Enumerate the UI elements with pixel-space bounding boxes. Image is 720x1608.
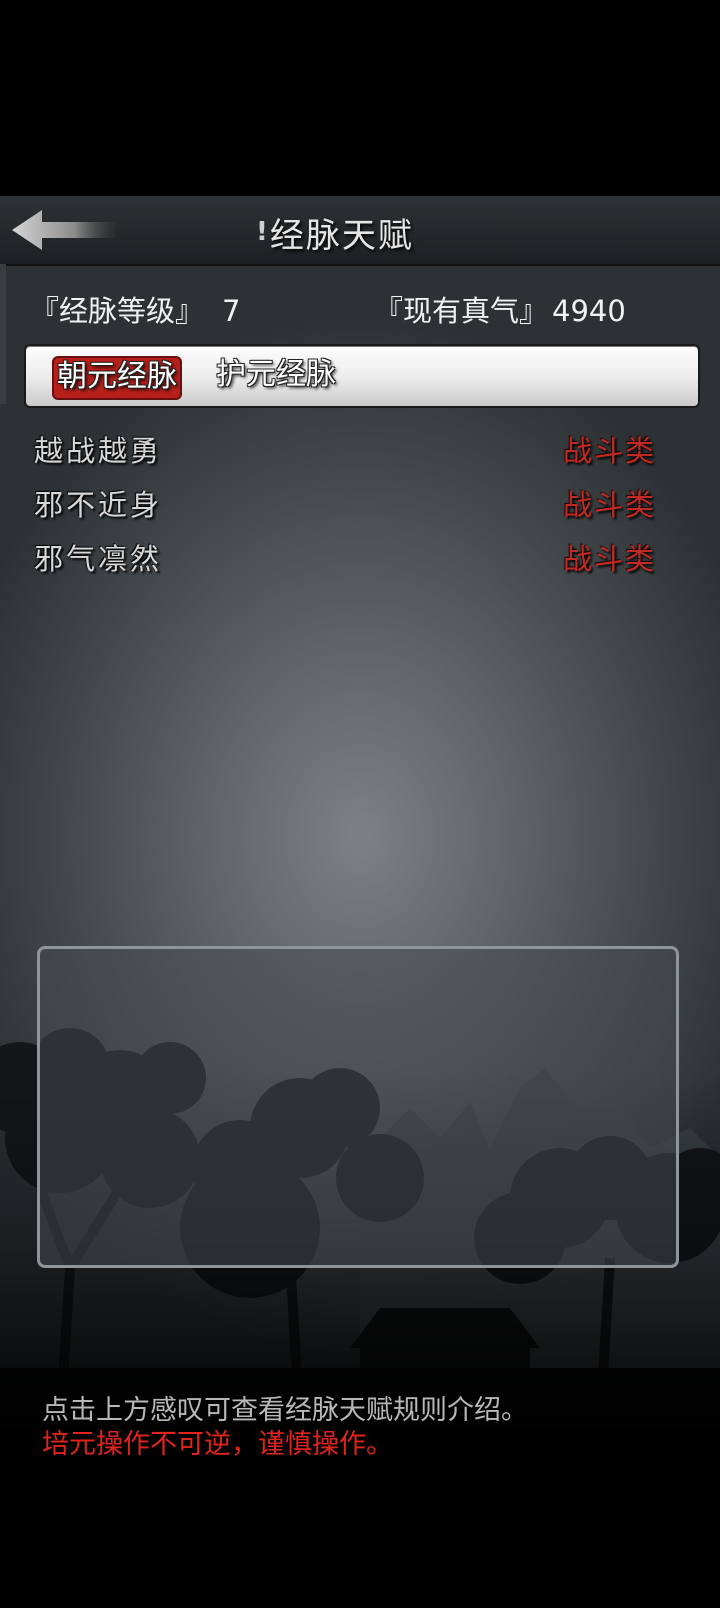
title-with-info[interactable]: ! 经脉天赋: [256, 208, 414, 256]
irreversible-warning-note: 培元操作不可逆，谨慎操作。: [42, 1429, 393, 1460]
back-arrow-icon[interactable]: [8, 206, 118, 254]
meridian-level-value: 7: [222, 294, 241, 328]
talent-row[interactable]: 邪气凛然 战斗类: [34, 532, 666, 586]
talent-description-box: [37, 946, 679, 1268]
meridian-tab-bar: 朝元经脉 护元经脉: [24, 344, 700, 408]
talent-name: 邪不近身: [34, 488, 163, 522]
talent-name: 邪气凛然: [34, 542, 163, 576]
talent-list: 越战越勇 战斗类 邪不近身 战斗类 邪气凛然 战斗类: [34, 424, 666, 586]
exclamation-info-icon[interactable]: !: [256, 217, 268, 247]
talent-type: 战斗类: [562, 434, 656, 468]
screen: ! 经脉天赋 『经脉等级』 7 『现有真气』 4940 朝元经脉 护元经脉 越战越勇…: [0, 0, 720, 1608]
talent-type: 战斗类: [562, 488, 656, 522]
left-edge-strip: [0, 264, 6, 404]
talent-type: 战斗类: [562, 542, 656, 576]
tab-chaoyuan-meridian[interactable]: 朝元经脉: [52, 356, 182, 400]
current-qi-value: 4940: [552, 294, 626, 328]
talent-name: 越战越勇: [34, 434, 163, 468]
meridian-level-stat: 『经脉等级』 7: [30, 288, 240, 330]
tab-huyuan-meridian[interactable]: 护元经脉: [216, 356, 336, 396]
talent-row[interactable]: 邪不近身 战斗类: [34, 478, 666, 532]
page-title: 经脉天赋: [269, 215, 414, 256]
current-qi-stat: 『现有真气』 4940: [374, 288, 626, 330]
current-qi-label: 『现有真气』: [374, 294, 549, 328]
talent-row[interactable]: 越战越勇 战斗类: [34, 424, 666, 478]
meridian-level-label: 『经脉等级』: [30, 294, 205, 328]
